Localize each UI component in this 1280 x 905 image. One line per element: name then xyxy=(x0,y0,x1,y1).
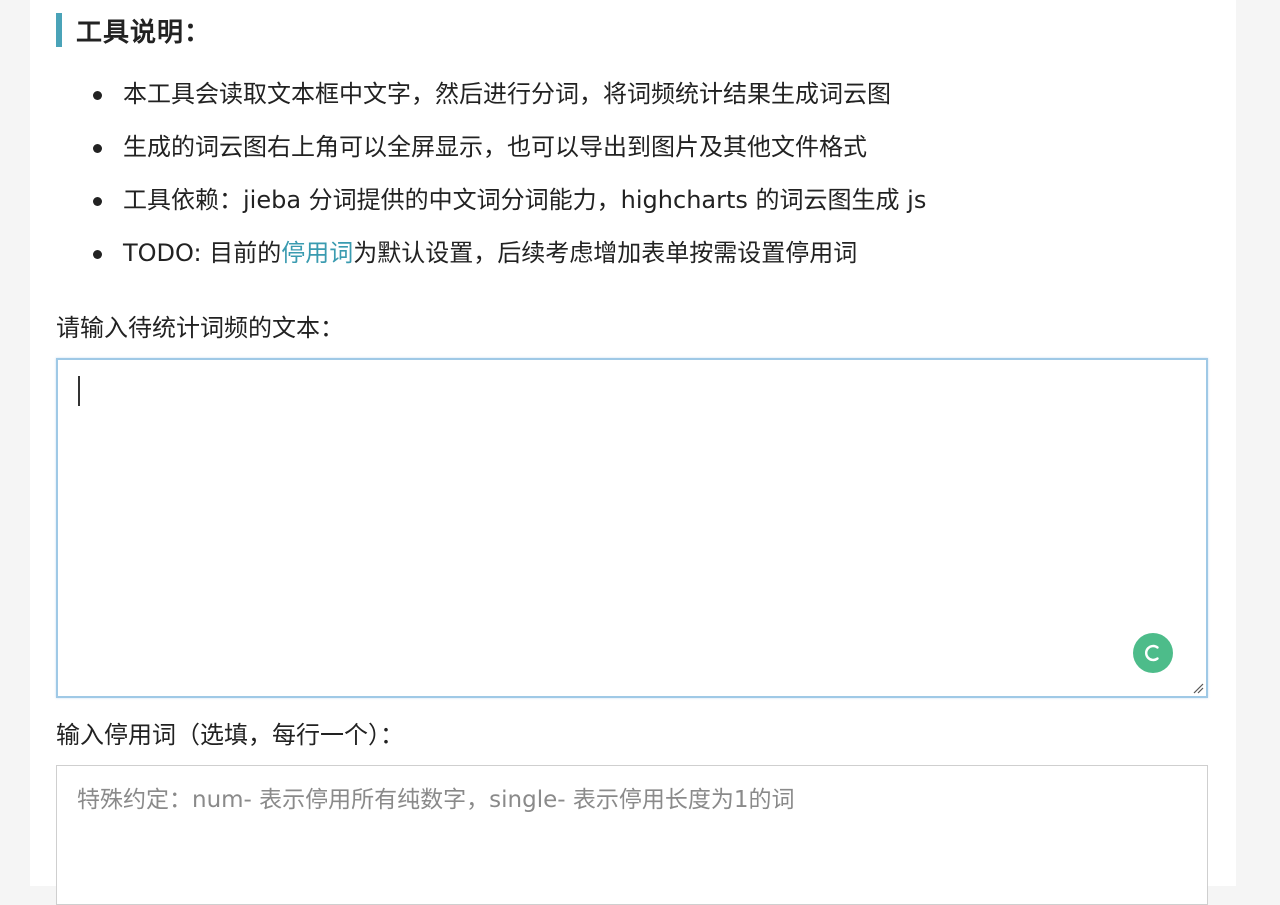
text-caret xyxy=(78,376,80,406)
tool-description-list: 本工具会读取文本框中文字，然后进行分词，将词频统计结果生成词云图 生成的词云图右… xyxy=(90,68,926,280)
bullet-dot-icon xyxy=(93,197,102,206)
list-item: 工具依赖：jieba 分词提供的中文词分词能力，highcharts 的词云图生… xyxy=(90,174,926,227)
stopwords-input-label: 输入停用词（选填，每行一个）： xyxy=(56,721,404,749)
tool-page: 工具说明： 本工具会读取文本框中文字，然后进行分词，将词频统计结果生成词云图 生… xyxy=(30,0,1236,905)
section-title: 工具说明： xyxy=(76,17,212,48)
bullet-dot-icon xyxy=(93,144,102,153)
bullet-dot-icon xyxy=(93,250,102,259)
word-frequency-text-input[interactable] xyxy=(56,358,1208,698)
list-item: 生成的词云图右上角可以全屏显示，也可以导出到图片及其他文件格式 xyxy=(90,121,926,174)
stopwords-link[interactable]: 停用词 xyxy=(281,239,353,267)
list-item: TODO: 目前的停用词为默认设置，后续考虑增加表单按需设置停用词 xyxy=(90,227,926,280)
list-item-text: 本工具会读取文本框中文字，然后进行分词，将词频统计结果生成词云图 xyxy=(123,80,891,108)
list-item-text: 工具依赖：jieba 分词提供的中文词分词能力，highcharts 的词云图生… xyxy=(123,186,927,214)
list-item-text-after: 为默认设置，后续考虑增加表单按需设置停用词 xyxy=(353,239,858,267)
grammar-check-icon[interactable] xyxy=(1133,633,1173,673)
list-item: 本工具会读取文本框中文字，然后进行分词，将词频统计结果生成词云图 xyxy=(90,68,926,121)
stopwords-input[interactable]: 特殊约定：num- 表示停用所有纯数字，single- 表示停用长度为1的词 xyxy=(56,765,1208,905)
list-item-text: 生成的词云图右上角可以全屏显示，也可以导出到图片及其他文件格式 xyxy=(123,133,867,161)
stopwords-placeholder: 特殊约定：num- 表示停用所有纯数字，single- 表示停用长度为1的词 xyxy=(77,787,795,813)
bullet-dot-icon xyxy=(93,91,102,100)
section-accent-bar xyxy=(56,13,62,47)
resize-handle-icon[interactable] xyxy=(1192,682,1204,694)
section-header: 工具说明： xyxy=(56,12,211,48)
list-item-text-before: TODO: 目前的 xyxy=(123,239,282,267)
text-input-label: 请输入待统计词频的文本： xyxy=(56,314,344,342)
